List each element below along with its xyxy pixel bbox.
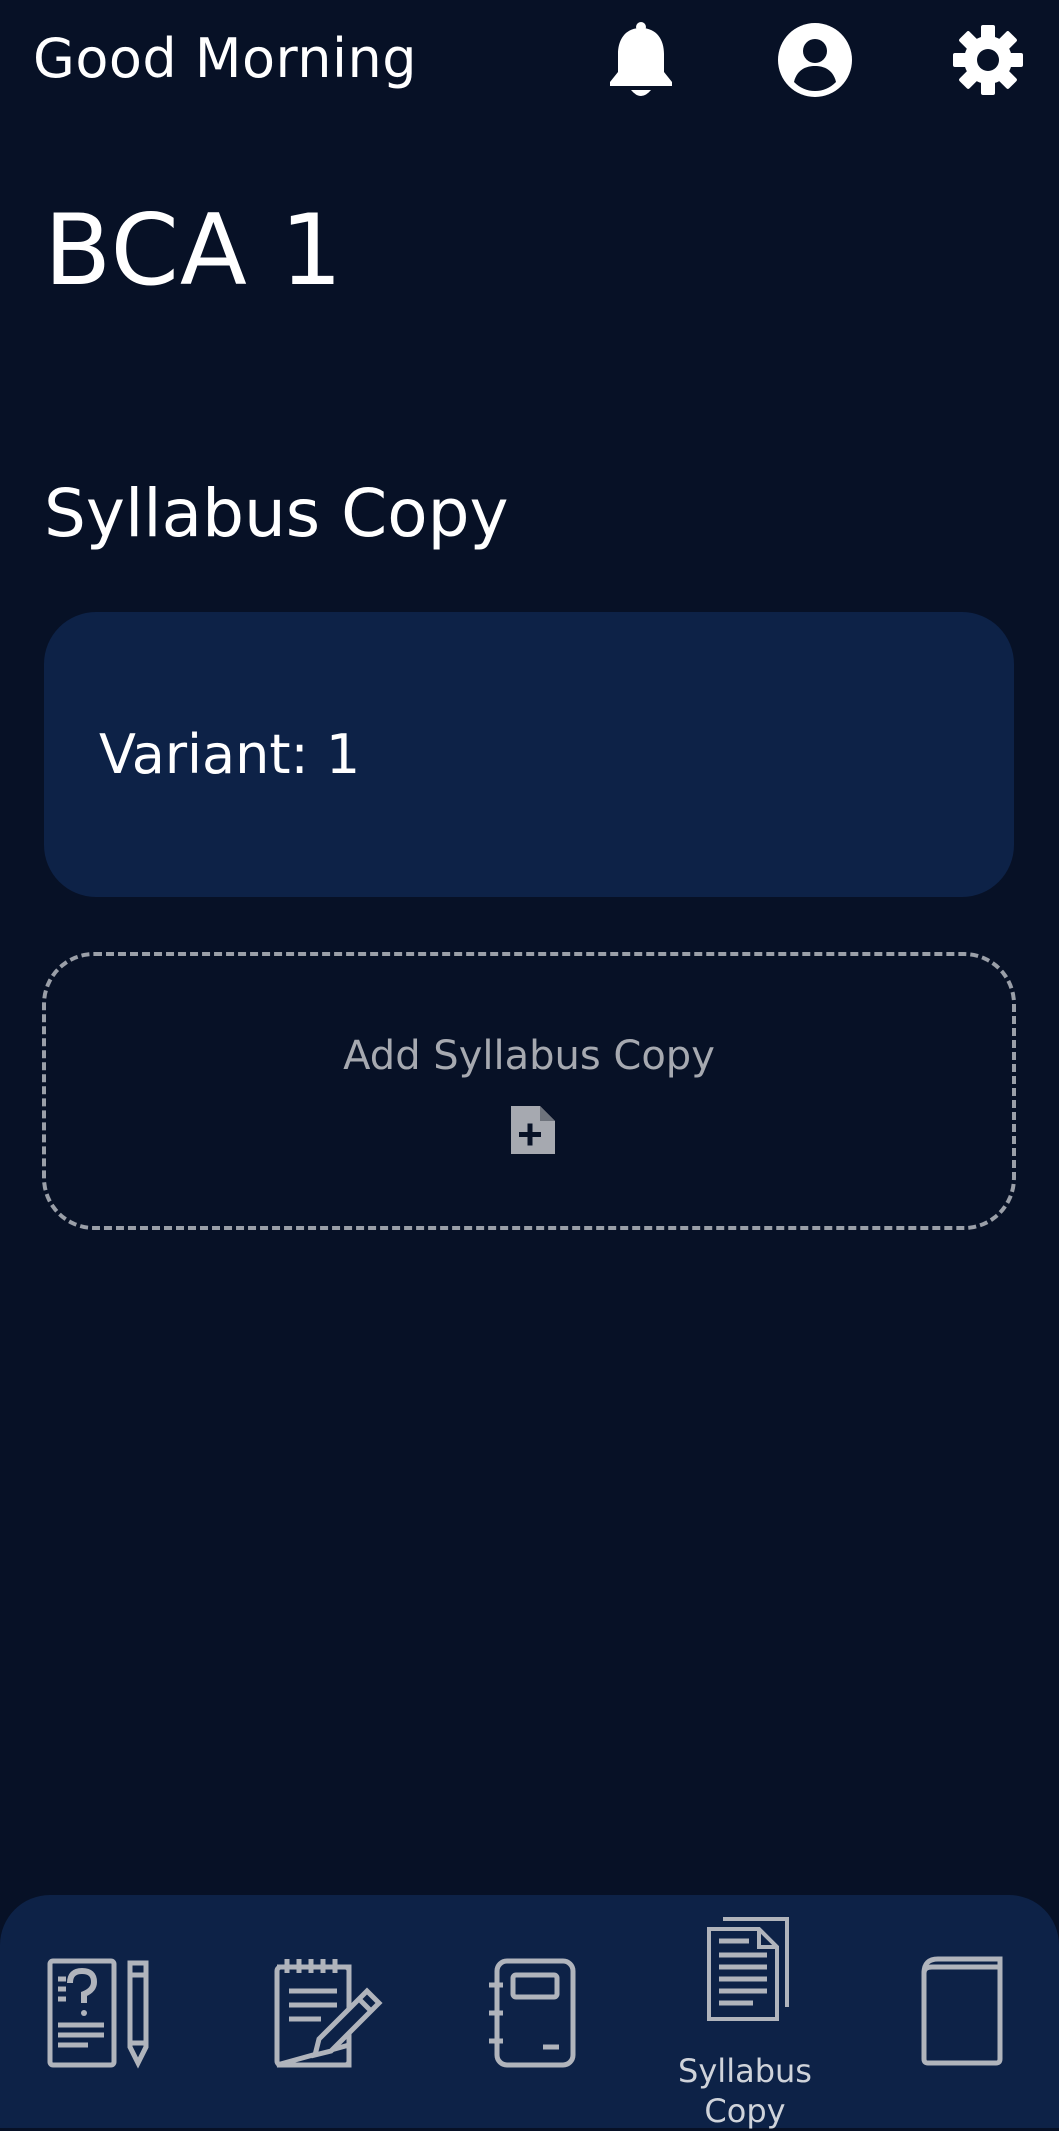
file-add-icon <box>511 1106 555 1154</box>
variant-label: Variant: 1 <box>99 723 361 786</box>
app-header: Good Morning <box>0 0 1059 120</box>
section-title: Syllabus Copy <box>44 475 509 552</box>
book-icon <box>921 1956 1003 2066</box>
nav-item-question-papers[interactable] <box>40 1895 170 2128</box>
nav-item-notes[interactable] <box>265 1895 390 2128</box>
variant-card[interactable]: Variant: 1 <box>44 612 1014 897</box>
add-syllabus-copy-label: Add Syllabus Copy <box>343 1033 715 1079</box>
nav-item-book[interactable] <box>905 1895 1015 2128</box>
bell-icon[interactable] <box>603 20 679 100</box>
add-syllabus-copy-button[interactable]: Add Syllabus Copy <box>42 952 1016 1230</box>
question-paper-icon <box>47 1958 149 2069</box>
greeting-text: Good Morning <box>33 27 417 90</box>
notebook-icon <box>489 1958 576 2068</box>
bottom-navigation: Syllabus Copy <box>0 1895 1059 2130</box>
nav-item-syllabus-copy[interactable]: Syllabus Copy <box>655 1895 835 2130</box>
account-icon[interactable] <box>777 20 853 100</box>
syllabus-document-icon <box>707 1917 789 2021</box>
nav-label-syllabus-copy: Syllabus Copy <box>678 2052 812 2130</box>
notes-edit-icon <box>274 1959 383 2068</box>
nav-item-notebook[interactable] <box>475 1895 585 2128</box>
class-title: BCA 1 <box>44 194 344 308</box>
settings-icon[interactable] <box>950 20 1026 100</box>
